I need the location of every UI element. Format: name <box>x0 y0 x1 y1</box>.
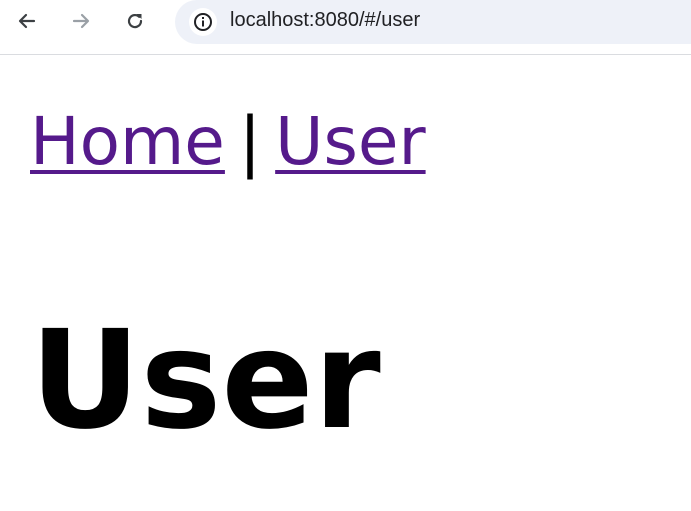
reload-icon <box>127 14 143 29</box>
address-bar[interactable]: localhost:8080/#/user <box>175 0 691 44</box>
url-text[interactable]: localhost:8080/#/user <box>230 9 420 32</box>
browser-toolbar: localhost:8080/#/user <box>0 0 691 55</box>
info-icon <box>194 13 212 31</box>
user-link[interactable]: User <box>275 103 425 180</box>
forward-button[interactable] <box>65 5 97 37</box>
nav-separator: | <box>238 103 262 180</box>
page-nav: Home | User <box>30 96 426 188</box>
home-link[interactable]: Home <box>30 103 225 180</box>
arrow-right-icon <box>72 13 90 29</box>
reload-button[interactable] <box>119 5 151 37</box>
site-info-button[interactable] <box>189 8 217 36</box>
page-heading: User <box>30 302 381 460</box>
arrow-left-icon <box>18 13 36 29</box>
back-button[interactable] <box>11 5 43 37</box>
